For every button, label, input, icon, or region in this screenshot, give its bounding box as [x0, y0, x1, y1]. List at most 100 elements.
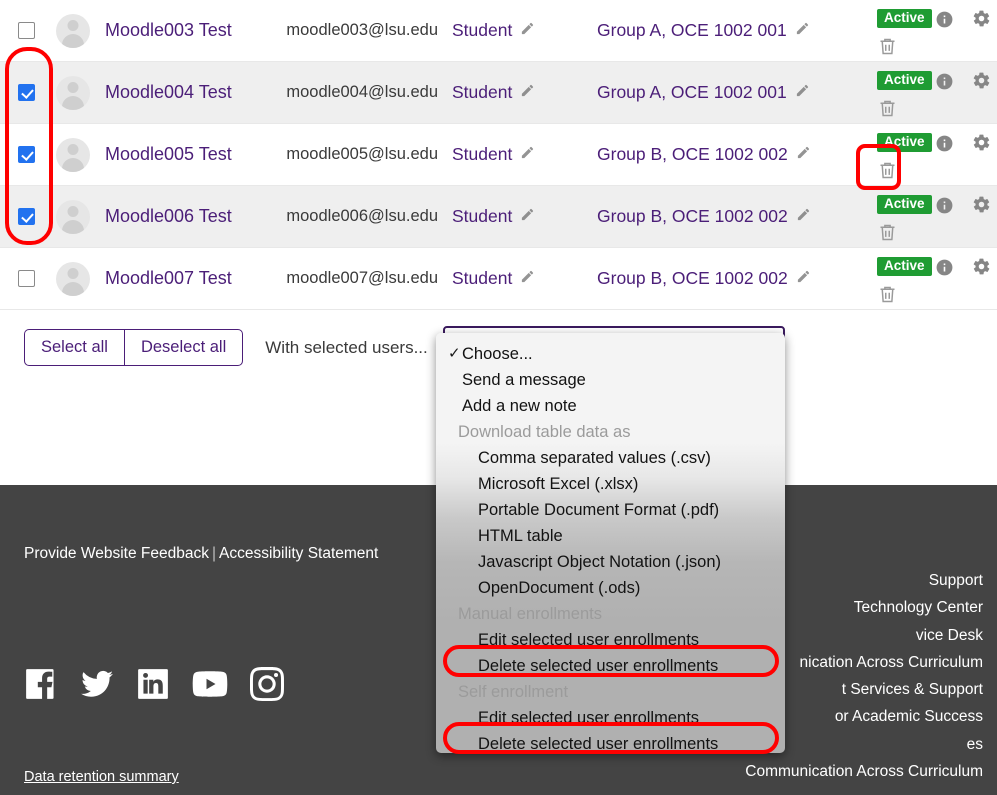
dropdown-option-label: Comma separated values (.csv)	[478, 449, 711, 467]
edit-group-pencil-icon[interactable]	[796, 269, 811, 289]
row-select-checkbox[interactable]	[18, 84, 35, 101]
page-root: Moodle003 Test moodle003@lsu.edu Student Gr…	[0, 0, 997, 795]
dropdown-option-label: Microsoft Excel (.xlsx)	[478, 475, 639, 493]
trash-icon[interactable]	[877, 98, 898, 124]
linkedin-icon[interactable]	[136, 667, 170, 701]
facebook-icon[interactable]	[24, 667, 58, 701]
trash-icon[interactable]	[877, 222, 898, 248]
user-name-link[interactable]: Moodle006 Test	[105, 206, 232, 226]
user-group-text: Group B, OCE 1002 002	[597, 268, 788, 288]
user-role-text: Student	[452, 268, 513, 288]
user-avatar-icon	[56, 261, 90, 296]
dropdown-option[interactable]: OpenDocument (.ods)	[436, 575, 785, 601]
group-cell: Group B, OCE 1002 002	[579, 268, 867, 289]
role-cell: Student	[444, 20, 579, 41]
dropdown-option-label: Self enrollment	[458, 683, 569, 701]
table-row: Moodle005 Test moodle005@lsu.edu Student Gr…	[0, 124, 997, 186]
row-select-cell	[0, 208, 53, 225]
data-retention-summary-link[interactable]: Data retention summary	[24, 769, 179, 785]
user-role-text: Student	[452, 20, 513, 40]
trash-icon[interactable]	[877, 284, 898, 310]
user-avatar-icon	[56, 137, 90, 172]
group-cell: Group B, OCE 1002 002	[579, 144, 867, 165]
gear-icon[interactable]	[972, 257, 991, 281]
edit-group-pencil-icon[interactable]	[796, 145, 811, 165]
provide-website-feedback-link[interactable]: Provide Website Feedback	[24, 545, 209, 562]
name-cell: Moodle007 Test	[93, 268, 268, 289]
row-select-checkbox[interactable]	[18, 22, 35, 39]
footer-link-separator: |	[211, 545, 216, 562]
accessibility-statement-link[interactable]: Accessibility Statement	[219, 545, 378, 562]
deselect-all-button[interactable]: Deselect all	[123, 329, 244, 366]
name-cell: Moodle005 Test	[93, 144, 268, 165]
user-role-text: Student	[452, 82, 513, 102]
dropdown-option[interactable]: ✓ Choose...	[436, 341, 785, 367]
table-row: Moodle007 Test moodle007@lsu.edu Student Gr…	[0, 248, 997, 310]
select-all-button[interactable]: Select all	[24, 329, 124, 366]
edit-group-pencil-icon[interactable]	[796, 207, 811, 227]
user-group-text: Group A, OCE 1002 001	[597, 82, 787, 102]
edit-group-pencil-icon[interactable]	[795, 83, 810, 103]
info-icon[interactable]	[935, 72, 954, 96]
user-email-text: moodle005@lsu.edu	[286, 145, 438, 163]
email-cell: moodle003@lsu.edu	[268, 21, 444, 40]
user-name-link[interactable]: Moodle003 Test	[105, 20, 232, 40]
gear-icon[interactable]	[972, 133, 991, 157]
edit-role-pencil-icon[interactable]	[520, 21, 535, 41]
dropdown-option-label: Edit selected user enrollments	[478, 631, 700, 649]
edit-role-pencil-icon[interactable]	[520, 83, 535, 103]
table-row: Moodle006 Test moodle006@lsu.edu Student Gr…	[0, 186, 997, 248]
dropdown-group-label: Download table data as	[436, 419, 785, 445]
youtube-icon[interactable]	[192, 667, 228, 701]
edit-role-pencil-icon[interactable]	[520, 207, 535, 227]
gear-icon[interactable]	[972, 9, 991, 33]
info-icon[interactable]	[935, 10, 954, 34]
dropdown-option[interactable]: Comma separated values (.csv)	[436, 445, 785, 471]
dropdown-option[interactable]: Delete selected user enrollments	[436, 653, 785, 679]
edit-role-pencil-icon[interactable]	[520, 269, 535, 289]
user-avatar-icon	[56, 13, 90, 48]
user-email-text: moodle006@lsu.edu	[286, 207, 438, 225]
select-buttons-group: Select all Deselect all	[24, 329, 244, 366]
info-icon[interactable]	[935, 134, 954, 158]
row-select-checkbox[interactable]	[18, 146, 35, 163]
user-group-text: Group B, OCE 1002 002	[597, 206, 788, 226]
dropdown-option[interactable]: Portable Document Format (.pdf)	[436, 497, 785, 523]
edit-group-pencil-icon[interactable]	[795, 21, 810, 41]
row-select-checkbox[interactable]	[18, 270, 35, 287]
dropdown-option-label: Choose...	[462, 345, 533, 363]
user-email-text: moodle007@lsu.edu	[286, 269, 438, 287]
dropdown-option[interactable]: Javascript Object Notation (.json)	[436, 549, 785, 575]
trash-icon[interactable]	[877, 160, 898, 186]
footer-right-link[interactable]: Communication Across Curriculum	[745, 758, 983, 785]
twitter-icon[interactable]	[80, 667, 114, 701]
user-role-text: Student	[452, 206, 513, 226]
trash-icon[interactable]	[877, 36, 898, 62]
dropdown-selected-checkmark: ✓	[448, 345, 461, 362]
dropdown-option[interactable]: Microsoft Excel (.xlsx)	[436, 471, 785, 497]
dropdown-option-label: Download table data as	[458, 423, 631, 441]
edit-role-pencil-icon[interactable]	[520, 145, 535, 165]
group-cell: Group A, OCE 1002 001	[579, 20, 867, 41]
dropdown-option[interactable]: HTML table	[436, 523, 785, 549]
instagram-icon[interactable]	[250, 667, 284, 701]
dropdown-option[interactable]: Delete selected user enrollments	[436, 731, 785, 753]
gear-icon[interactable]	[972, 195, 991, 219]
row-select-checkbox[interactable]	[18, 208, 35, 225]
with-selected-users-dropdown-menu[interactable]: ✓ Choose... Send a message Add a new note Do…	[436, 333, 785, 753]
gear-icon[interactable]	[972, 71, 991, 95]
user-name-link[interactable]: Moodle004 Test	[105, 82, 232, 102]
avatar-cell	[53, 13, 93, 48]
dropdown-option[interactable]: Edit selected user enrollments	[436, 705, 785, 731]
role-cell: Student	[444, 82, 579, 103]
info-icon[interactable]	[935, 196, 954, 220]
user-name-link[interactable]: Moodle007 Test	[105, 268, 232, 288]
status-badge: Active	[877, 194, 932, 215]
info-icon[interactable]	[935, 258, 954, 282]
dropdown-option[interactable]: Add a new note	[436, 393, 785, 419]
dropdown-option[interactable]: Edit selected user enrollments	[436, 627, 785, 653]
dropdown-option[interactable]: Send a message	[436, 367, 785, 393]
row-select-cell	[0, 146, 53, 163]
status-badge: Active	[877, 70, 932, 91]
user-name-link[interactable]: Moodle005 Test	[105, 144, 232, 164]
